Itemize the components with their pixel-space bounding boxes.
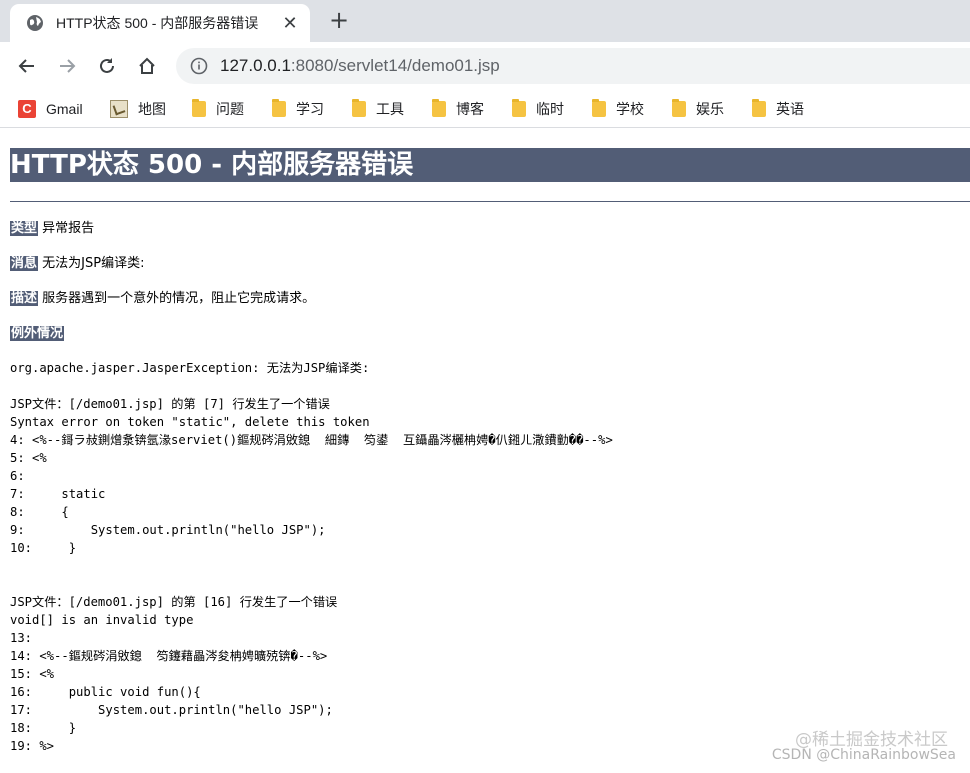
folder-icon (752, 98, 766, 117)
type-value: 异常报告 (42, 221, 95, 236)
folder-icon (512, 98, 526, 117)
url-text: 127.0.0.1:8080/servlet14/demo01.jsp (220, 56, 500, 76)
close-icon[interactable]: ✕ (280, 13, 300, 34)
folder-icon (352, 98, 366, 117)
bookmark-folder-5[interactable]: 临时 (512, 98, 592, 119)
exception-label: 例外情况 (10, 326, 65, 341)
reload-button[interactable] (95, 54, 119, 78)
folder-icon (192, 98, 206, 117)
message-value: 无法为JSP编译类: (42, 256, 145, 271)
back-button[interactable] (15, 54, 39, 78)
folder-icon (432, 98, 446, 117)
page-content: HTTP状态 500 - 内部服务器错误 类型 异常报告 消息 无法为JSP编译… (10, 128, 970, 755)
arrow-right-icon (60, 59, 76, 73)
type-row: 类型 异常报告 (10, 221, 970, 237)
error-trace-1: JSP文件：[/demo01.jsp] 的第 [7] 行发生了一个错误 Synt… (10, 397, 613, 555)
folder-icon (672, 98, 686, 117)
bookmark-label: 地图 (138, 100, 166, 117)
message-label: 消息 (10, 256, 39, 271)
exception-message: org.apache.jasper.JasperException: 无法为JS… (10, 361, 370, 375)
url-path: :8080/servlet14/demo01.jsp (290, 56, 500, 75)
home-button[interactable] (135, 54, 159, 78)
tab-title: HTTP状态 500 - 内部服务器错误 (56, 15, 259, 31)
bookmarks-bar: C Gmail 地图 问题 学习 工具 博客 临时 学校 娱乐 英语 (0, 90, 970, 128)
divider (10, 201, 970, 202)
bookmark-label: 问题 (216, 100, 244, 117)
folder-icon (272, 98, 286, 117)
address-bar[interactable]: 127.0.0.1:8080/servlet14/demo01.jsp (176, 48, 970, 84)
arrow-left-icon (18, 59, 34, 73)
watermark-csdn: CSDN @ChinaRainbowSea (771, 747, 956, 763)
description-row: 描述 服务器遇到一个意外的情况，阻止它完成请求。 (10, 291, 970, 307)
gmail-icon: C (18, 99, 36, 118)
bookmark-map[interactable]: 地图 (110, 99, 192, 119)
url-host: 127.0.0.1 (220, 56, 291, 75)
exception-row: 例外情况 (10, 326, 970, 342)
bookmark-folder-1[interactable]: 问题 (192, 98, 272, 119)
bookmark-label: 娱乐 (696, 100, 724, 117)
home-icon (139, 57, 155, 74)
info-icon[interactable] (190, 57, 208, 75)
map-icon (110, 99, 128, 118)
browser-toolbar: 127.0.0.1:8080/servlet14/demo01.jsp (0, 42, 970, 90)
bookmark-gmail[interactable]: C Gmail (18, 99, 110, 118)
forward-button[interactable] (55, 54, 79, 78)
bookmark-label: 英语 (776, 100, 804, 117)
bookmark-label: 临时 (536, 100, 564, 117)
bookmark-label: 博客 (456, 100, 484, 117)
tab-strip: HTTP状态 500 - 内部服务器错误 ✕ + (0, 0, 970, 42)
bookmark-folder-8[interactable]: 英语 (752, 98, 832, 119)
bookmark-folder-3[interactable]: 工具 (352, 98, 432, 119)
bookmark-label: 工具 (376, 100, 404, 117)
globe-icon (27, 15, 43, 31)
type-label: 类型 (10, 221, 39, 236)
message-row: 消息 无法为JSP编译类: (10, 256, 970, 272)
bookmark-folder-4[interactable]: 博客 (432, 98, 512, 119)
folder-icon (592, 98, 606, 117)
description-label: 描述 (10, 291, 39, 306)
bookmark-label: 学校 (616, 100, 644, 117)
reload-icon (100, 58, 114, 73)
browser-tab[interactable]: HTTP状态 500 - 内部服务器错误 ✕ (10, 4, 310, 42)
bookmark-folder-2[interactable]: 学习 (272, 98, 352, 119)
bookmark-folder-7[interactable]: 娱乐 (672, 98, 752, 119)
bookmark-label: 学习 (296, 100, 324, 117)
bookmark-label: Gmail (46, 100, 83, 117)
description-value: 服务器遇到一个意外的情况，阻止它完成请求。 (42, 291, 316, 306)
page-title: HTTP状态 500 - 内部服务器错误 (10, 148, 970, 182)
new-tab-button[interactable]: + (326, 8, 352, 34)
bookmark-folder-6[interactable]: 学校 (592, 98, 672, 119)
